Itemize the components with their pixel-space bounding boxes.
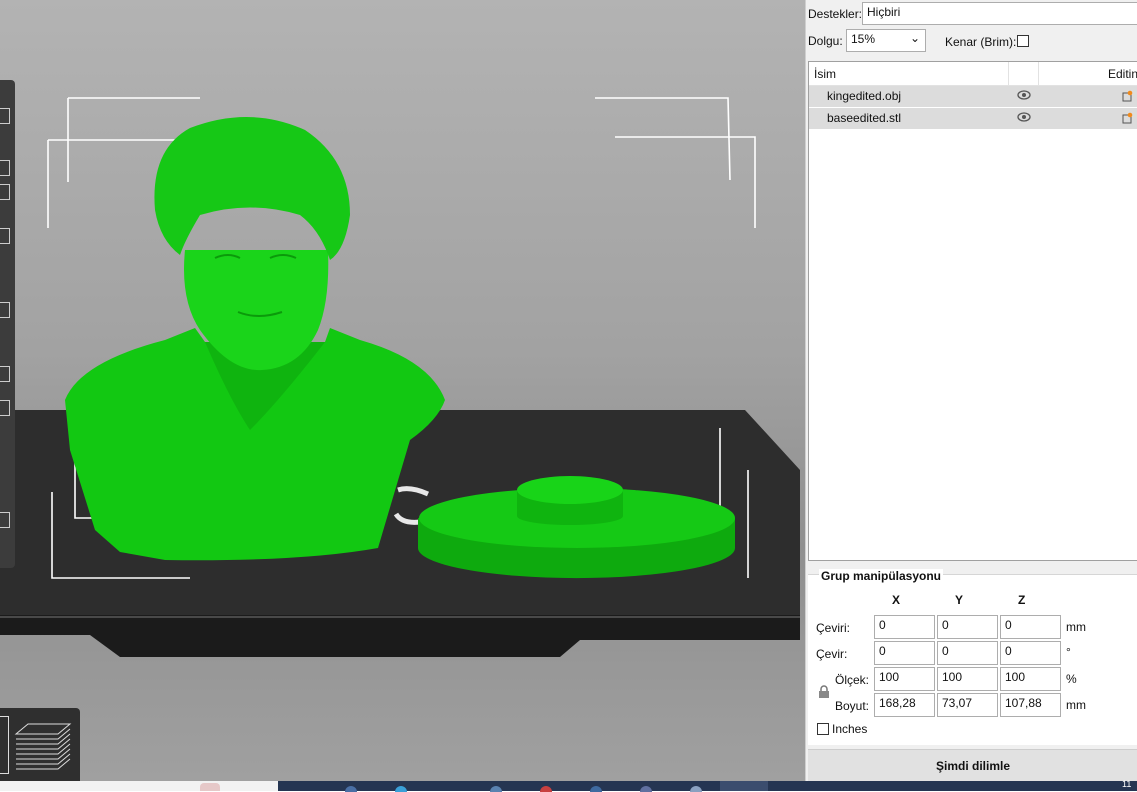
axis-y-header: Y [955,593,964,607]
translate-x-input[interactable]: 0 [874,615,935,639]
size-y-input[interactable]: 73,07 [937,693,998,717]
rotate-tool-icon[interactable] [0,228,10,244]
chevron-down-icon: ⌄ [909,31,920,45]
rotate-z-input[interactable]: 0 [1000,641,1061,665]
left-toolbar [0,80,15,568]
size-z-input[interactable]: 107,88 [1000,693,1061,717]
3d-viewport[interactable] [0,0,805,781]
scale-z-input[interactable]: 100 [1000,667,1061,691]
taskbar-app-icon[interactable] [590,786,602,792]
supports-select[interactable]: Hiçbiri [862,2,1137,25]
translate-unit: mm [1066,620,1086,634]
scale-y-input[interactable]: 100 [937,667,998,691]
layer-view-icon[interactable] [14,716,72,774]
taskbar-app-icon[interactable] [345,786,357,792]
axis-z-header: Z [1018,593,1026,607]
size-label: Boyut: [835,699,870,713]
taskbar-app-icon[interactable] [640,786,652,792]
scale-x-input[interactable]: 100 [874,667,935,691]
list-item[interactable]: baseedited.stl [809,108,1137,129]
edit-icon[interactable] [1122,112,1133,124]
per-model-settings-icon[interactable] [0,400,10,416]
column-visibility-header[interactable] [1009,62,1039,86]
settings-panel: Destekler: Hiçbiri Dolgu: 15% ⌄ Kenar (B… [805,0,1137,782]
object-name: baseedited.stl [827,111,902,125]
translate-label: Çeviri: [816,621,851,635]
lock-icon[interactable] [818,685,830,699]
taskbar: 11 [0,779,1137,792]
move-tool-icon[interactable] [0,108,10,124]
cube-view-icon[interactable] [0,512,10,528]
size-x-input[interactable]: 168,28 [874,693,935,717]
size-unit: mm [1066,698,1086,712]
solid-view-icon[interactable] [0,716,9,774]
infill-value: 15% [851,32,876,46]
rotate-label: Çevir: [816,647,848,661]
rotate-unit: ° [1066,645,1071,659]
object-name: kingedited.obj [827,89,902,103]
inches-checkbox[interactable] [817,723,829,735]
brim-checkbox[interactable] [1017,35,1029,47]
taskbar-active-app[interactable] [720,781,768,791]
taskbar-search-area[interactable] [0,781,278,791]
scene-canvas[interactable] [0,0,805,781]
translate-z-input[interactable]: 0 [1000,615,1061,639]
taskbar-clock: 11 [1122,779,1132,789]
group-manipulation: Grup manipülasyonu X Y Z Çeviri: 0 0 0 m… [808,569,1137,745]
column-name-header[interactable]: İsim [809,62,1009,86]
taskbar-app-icon[interactable] [690,786,702,792]
scale-tool-icon[interactable] [0,160,10,176]
app-icon[interactable] [200,783,220,791]
edit-icon[interactable] [1122,90,1133,102]
eye-icon[interactable] [1017,90,1031,100]
slice-now-button[interactable]: Şimdi dilimle [808,749,1137,782]
supports-label: Destekler: [808,7,863,21]
column-edit-header[interactable]: Editin [1039,62,1137,86]
object-list: İsim Editin kingedited.obj baseedited.st… [808,61,1137,561]
bust-model[interactable] [65,116,445,561]
mirror-tool-icon[interactable] [0,302,10,318]
brim-label: Kenar (Brim): [945,35,1017,49]
group-title: Grup manipülasyonu [819,569,944,583]
view-toggle [0,708,80,781]
list-item[interactable]: kingedited.obj [809,86,1137,107]
scale-label: Ölçek: [835,673,870,687]
inches-label: Inches [832,722,868,736]
bed-edge [0,615,800,657]
rotate-x-input[interactable]: 0 [874,641,935,665]
infill-label: Dolgu: [808,34,843,48]
support-blocker-icon[interactable] [0,366,10,382]
taskbar-app-icon[interactable] [490,786,502,792]
taskbar-app-icon[interactable] [540,786,552,792]
translate-y-input[interactable]: 0 [937,615,998,639]
scale-box-icon[interactable] [0,184,10,200]
axis-x-header: X [892,593,901,607]
eye-icon[interactable] [1017,112,1031,122]
scale-unit: % [1066,672,1077,686]
infill-select[interactable]: 15% ⌄ [846,29,926,52]
taskbar-app-icon[interactable] [395,786,407,792]
rotate-y-input[interactable]: 0 [937,641,998,665]
